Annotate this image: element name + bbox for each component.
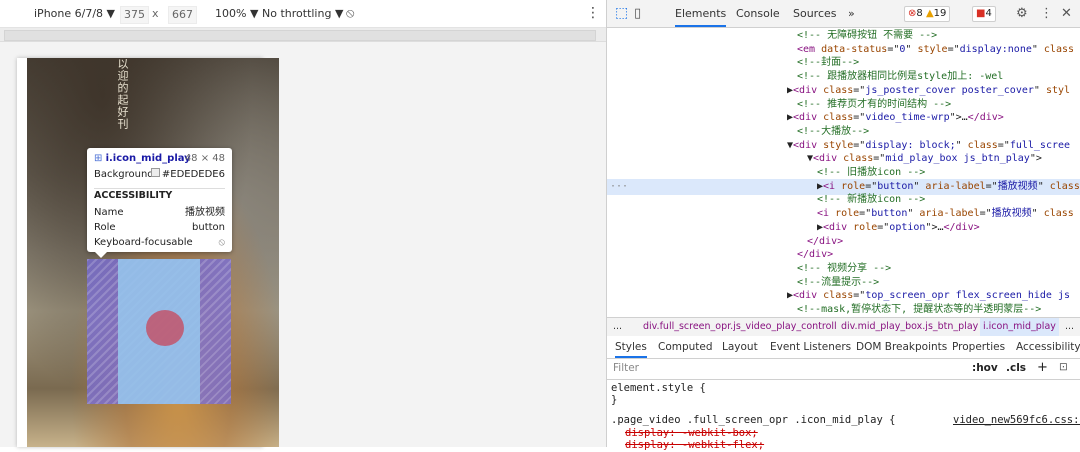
throttling-select[interactable]: No throttling ▼ [262, 0, 343, 27]
play-icon-logo [146, 310, 184, 346]
devtools-panel: ⬚ ▯ Elements Console Sources » ⊗8 ▲19 ■4… [606, 0, 1080, 451]
media-query-ruler [0, 28, 606, 42]
error-count: 8 [916, 8, 923, 19]
tooltip-focus-row: Keyboard-focusable ⦸ [94, 236, 225, 250]
hov-button[interactable]: :hov [972, 362, 998, 374]
height-input[interactable]: 667 [168, 6, 197, 24]
error-badge[interactable]: ⊗8 ▲19 [904, 6, 951, 22]
styles-pane: element.style { } .page_video .full_scre… [607, 380, 1080, 451]
tooltip-size: 48 × 48 [184, 153, 225, 164]
zoom-select[interactable]: 100% ▼ [215, 0, 258, 27]
tooltip-focus-label: Keyboard-focusable [94, 237, 193, 248]
tooltip-background-value-wrap: #EDEDEDE6 [150, 168, 225, 182]
poster-vertical-text: 以迎的起好刊诗篇 [116, 58, 129, 130]
device-select[interactable]: iPhone 6/7/8 ▼ [34, 0, 115, 27]
breadcrumb: ... div.full_screen_opr.js_video_play_co… [607, 317, 1080, 337]
device-toggle-icon[interactable]: ▯ [634, 0, 641, 27]
tab-dom-breakpoints[interactable]: DOM Breakpoints [856, 336, 947, 358]
tab-accessibility[interactable]: Accessibility [1016, 336, 1080, 358]
tooltip-selector: i.icon_mid_play [105, 153, 191, 164]
tab-styles[interactable]: Styles [615, 336, 647, 358]
tooltip-role-label: Role [94, 222, 116, 233]
color-swatch [150, 168, 160, 177]
dom-tree: <!-- 无障碍按钮 不需要 --> <em data-status="0" st… [607, 28, 1080, 317]
styles-tab-bar: Styles Computed Layout Event Listeners D… [607, 336, 1080, 359]
dom-node[interactable]: <!--mask,暂停状态下, 提醒状态等的半透明蒙层--> [607, 302, 1080, 317]
cls-button[interactable]: .cls [1006, 362, 1026, 374]
width-input[interactable]: 375 [120, 6, 149, 24]
tooltip-section-title: ACCESSIBILITY [94, 188, 225, 203]
rotate-icon[interactable]: ⦸ [346, 0, 354, 27]
ruler-segment [4, 30, 596, 41]
tab-computed[interactable]: Computed [658, 336, 713, 358]
breadcrumb-item[interactable]: div.full_screen_opr.js_video_play_contro… [643, 318, 837, 336]
close-icon[interactable]: ✕ [1061, 0, 1072, 27]
tab-properties[interactable]: Properties [952, 336, 1005, 358]
breadcrumb-more[interactable]: ... [613, 318, 622, 336]
breadcrumb-item-selected[interactable]: i.icon_mid_play [980, 318, 1059, 336]
styles-filter-row: Filter :hov .cls + ⊡ [607, 359, 1080, 380]
rule-element-style[interactable]: element.style { [611, 381, 706, 395]
inspect-tooltip: ⊞ i.icon_mid_play 48 × 48 Background #ED… [87, 148, 232, 258]
tooltip-role-row: Role button [94, 221, 225, 235]
issues-badge[interactable]: ■4 [972, 6, 996, 22]
new-rule-button[interactable]: + [1037, 360, 1048, 375]
device-more-button[interactable]: ⋮ [586, 4, 600, 22]
tab-elements[interactable]: Elements [675, 0, 727, 27]
more-tabs-button[interactable]: » [848, 0, 855, 27]
not-focusable-icon: ⦸ [218, 237, 225, 248]
warning-icon: ▲ [925, 8, 934, 19]
device-pane: iPhone 6/7/8 ▼ 375 x 667 100% ▼ No throt… [0, 0, 606, 447]
tooltip-background-row: Background #EDEDEDE6 [94, 168, 225, 182]
tab-console[interactable]: Console [736, 0, 780, 27]
tooltip-header: ⊞ i.icon_mid_play 48 × 48 [94, 152, 225, 166]
tab-layout[interactable]: Layout [722, 336, 758, 358]
tab-sources[interactable]: Sources [793, 0, 837, 27]
tooltip-background-value: #EDEDEDE6 [161, 169, 225, 180]
tooltip-name-label: Name [94, 207, 124, 218]
dimension-times: x [152, 7, 159, 20]
device-toolbar: iPhone 6/7/8 ▼ 375 x 667 100% ▼ No throt… [0, 0, 606, 28]
tab-event-listeners[interactable]: Event Listeners [770, 336, 851, 358]
rule-selector[interactable]: .page_video .full_screen_opr .icon_mid_p… [611, 413, 895, 427]
inspect-icon[interactable]: ⬚ [615, 0, 628, 27]
warning-count: 19 [933, 8, 947, 19]
rule-declaration[interactable]: display: -webkit-flex; [625, 438, 764, 452]
sidebar-toggle-icon[interactable]: ⊡ [1059, 361, 1068, 373]
settings-gear-icon[interactable]: ⚙ [1016, 0, 1028, 27]
devtools-tab-bar: ⬚ ▯ Elements Console Sources » ⊗8 ▲19 ■4… [607, 0, 1080, 28]
tooltip-role-value: button [192, 222, 225, 233]
rule-element-style-close: } [611, 394, 618, 406]
tooltip-name-value: 播放视频 [185, 207, 225, 218]
breadcrumb-more-end[interactable]: ... [1065, 318, 1074, 336]
filter-input[interactable]: Filter [613, 362, 639, 374]
devtools-more-icon[interactable]: ⋮ [1040, 0, 1053, 27]
breadcrumb-item[interactable]: div.mid_play_box.js_btn_play [841, 318, 978, 336]
element-icon: ⊞ [94, 153, 103, 164]
rule-source-link[interactable]: video_new569fc6.css:1 [953, 413, 1080, 427]
tooltip-name-row: Name 播放视频 [94, 206, 225, 220]
tooltip-background-label: Background [94, 169, 154, 180]
issue-count: 4 [985, 8, 992, 19]
